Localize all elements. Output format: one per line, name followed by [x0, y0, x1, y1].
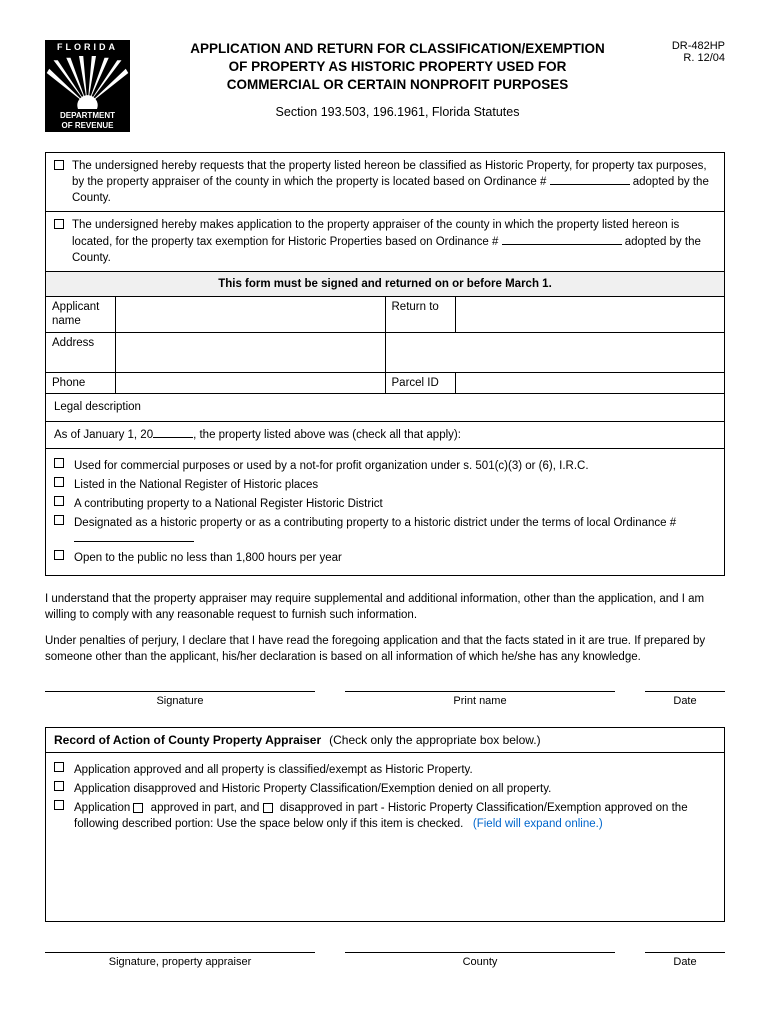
description-space[interactable]: [46, 841, 724, 921]
county-field[interactable]: County: [345, 952, 615, 968]
ordinance-field-1[interactable]: [550, 184, 630, 185]
as-of-row: As of January 1, 20, the property listed…: [46, 422, 724, 449]
form-title: APPLICATION AND RETURN FOR CLASSIFICATIO…: [145, 40, 650, 95]
check-disapproved-part[interactable]: [263, 803, 273, 813]
year-field[interactable]: [153, 437, 193, 438]
check-open-public[interactable]: [54, 550, 64, 560]
logo-state: FLORIDA: [45, 40, 130, 54]
applicant-row: Applicant name Return to: [46, 297, 724, 334]
legal-description-row: Legal description: [46, 394, 724, 421]
sunburst-icon: [45, 54, 130, 109]
applicant-label: Applicant name: [46, 297, 116, 333]
return-to-input[interactable]: [456, 297, 725, 333]
check-commercial[interactable]: [54, 458, 64, 468]
address-input[interactable]: [116, 333, 385, 372]
classification-checkbox[interactable]: [54, 160, 64, 170]
logo-dept: DEPARTMENTOF REVENUE: [45, 109, 130, 132]
exemption-request: The undersigned hereby makes application…: [46, 212, 724, 271]
form-header: FLORIDA DEPARTMENTOF REVENUE APPLICATION…: [45, 40, 725, 132]
check-approved-part[interactable]: [133, 803, 143, 813]
check-approved[interactable]: [54, 762, 64, 772]
appraiser-date-field[interactable]: Date: [645, 952, 725, 968]
request-section: The undersigned hereby requests that the…: [45, 152, 725, 576]
exemption-checkbox[interactable]: [54, 219, 64, 229]
address-label: Address: [46, 333, 116, 372]
applicant-signature-row: Signature Print name Date: [45, 691, 725, 707]
check-designated[interactable]: [54, 515, 64, 525]
understanding-text: I understand that the property appraiser…: [45, 591, 725, 623]
deadline-notice: This form must be signed and returned on…: [46, 272, 724, 297]
perjury-text: Under penalties of perjury, I declare th…: [45, 633, 725, 665]
date-field[interactable]: Date: [645, 691, 725, 707]
check-national-register[interactable]: [54, 477, 64, 487]
phone-label: Phone: [46, 373, 116, 393]
statute-reference: Section 193.503, 196.1961, Florida Statu…: [145, 105, 650, 119]
check-disapproved[interactable]: [54, 781, 64, 791]
signature-field[interactable]: Signature: [45, 691, 315, 707]
record-of-action-section: Record of Action of County Property Appr…: [45, 727, 725, 922]
phone-row: Phone Parcel ID: [46, 373, 724, 394]
legal-desc-label: Legal description: [54, 401, 141, 413]
appraiser-signature-field[interactable]: Signature, property appraiser: [45, 952, 315, 968]
phone-input[interactable]: [116, 373, 386, 393]
parcel-id-label: Parcel ID: [386, 373, 456, 393]
classification-request: The undersigned hereby requests that the…: [46, 153, 724, 212]
parcel-id-input[interactable]: [456, 373, 725, 393]
declaration-section: I understand that the property appraiser…: [45, 591, 725, 665]
check-contributing[interactable]: [54, 496, 64, 506]
form-identifier: DR-482HP R. 12/04: [665, 40, 725, 64]
applicant-input[interactable]: [116, 297, 386, 333]
header-title-block: APPLICATION AND RETURN FOR CLASSIFICATIO…: [145, 40, 650, 119]
return-to-label: Return to: [386, 297, 456, 333]
expand-hint: (Field will expand online.): [473, 818, 603, 830]
criteria-checklist: Used for commercial purposes or used by …: [46, 449, 724, 576]
ordinance-field-2[interactable]: [502, 244, 622, 245]
florida-logo: FLORIDA DEPARTMENTOF REVENUE: [45, 40, 130, 132]
local-ordinance-field[interactable]: [74, 541, 194, 542]
record-header: Record of Action of County Property Appr…: [46, 728, 724, 753]
appraiser-signature-row: Signature, property appraiser County Dat…: [45, 952, 725, 968]
check-partial[interactable]: [54, 800, 64, 810]
address-row: Address: [46, 333, 724, 373]
print-name-field[interactable]: Print name: [345, 691, 615, 707]
